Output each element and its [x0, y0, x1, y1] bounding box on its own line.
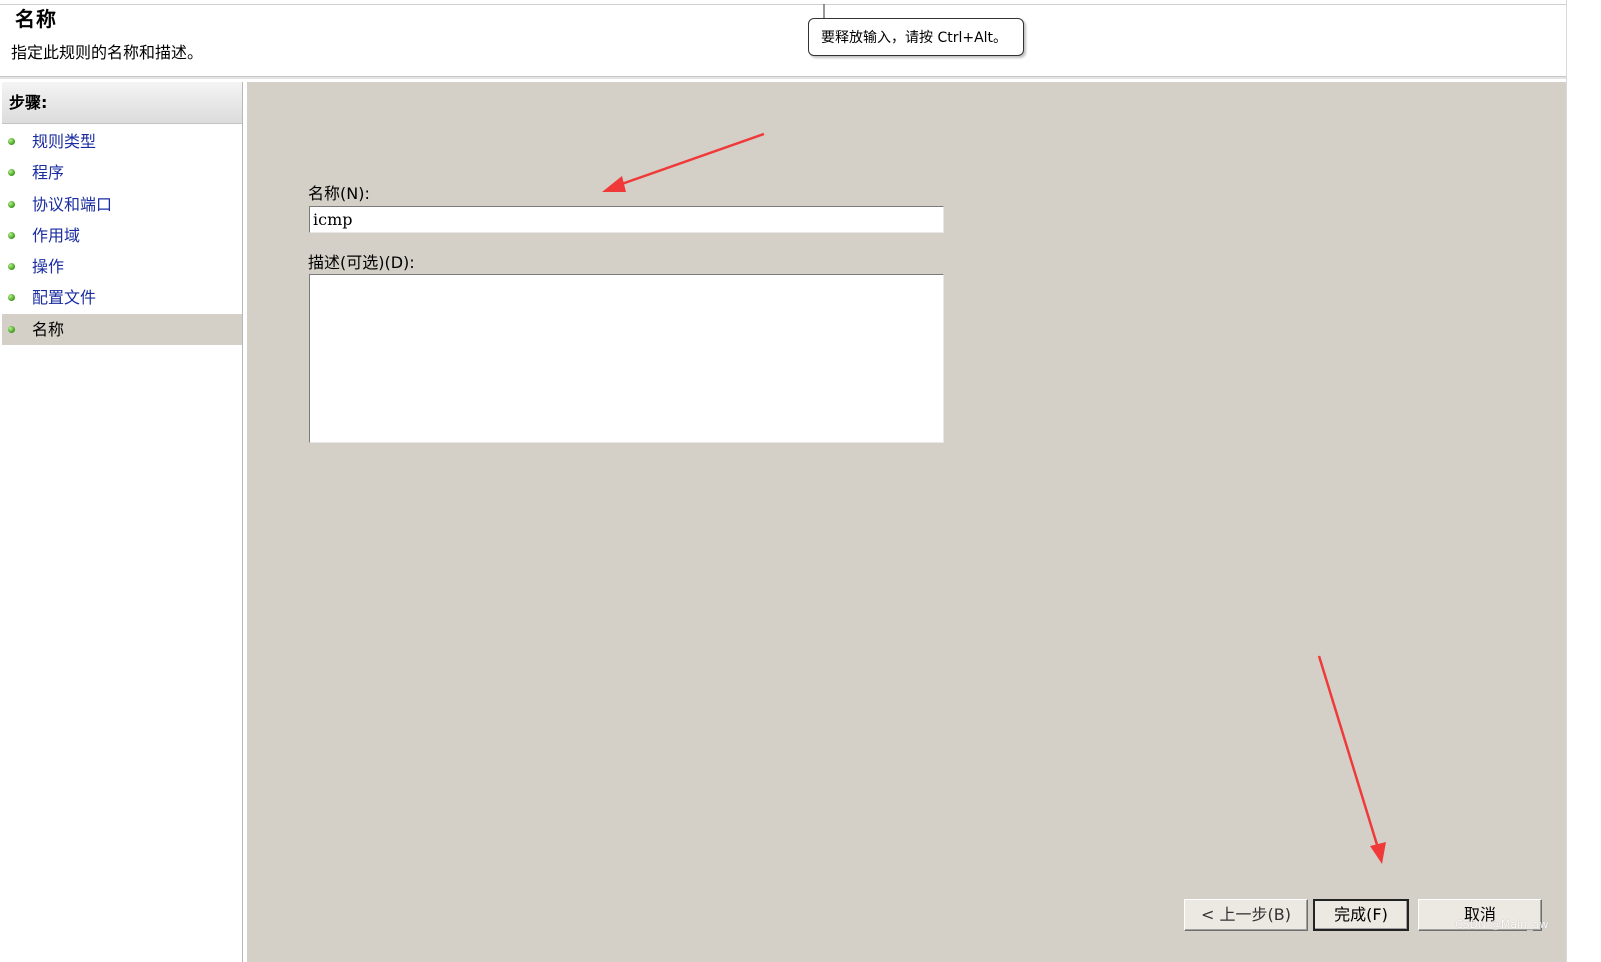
- window-edge: [1566, 0, 1601, 962]
- wizard-content: 名称(N): icmp 描述(可选)(D): < 上一步(B) 完成(F) 取消: [247, 82, 1566, 962]
- watermark: CSDN @Main_aw: [1455, 918, 1549, 931]
- wizard-header: 名称 指定此规则的名称和描述。: [0, 0, 1601, 79]
- name-input[interactable]: icmp: [309, 206, 944, 233]
- step-name[interactable]: 名称: [2, 313, 242, 346]
- step-label: 名称: [32, 319, 65, 339]
- step-current-icon: [8, 325, 15, 333]
- back-button[interactable]: < 上一步(B): [1184, 899, 1308, 931]
- step-rule-type[interactable]: 规则类型: [2, 126, 242, 157]
- step-label: 作用域: [32, 225, 81, 245]
- step-profile[interactable]: 配置文件: [2, 282, 242, 313]
- step-scope[interactable]: 作用域: [2, 220, 242, 251]
- top-divider: [0, 4, 1568, 5]
- step-label: 规则类型: [32, 132, 97, 151]
- step-protocol-ports[interactable]: 协议和端口: [2, 189, 242, 220]
- step-label: 配置文件: [32, 288, 97, 308]
- steps-heading: 步骤:: [2, 82, 242, 124]
- step-label: 程序: [32, 163, 65, 183]
- description-textarea[interactable]: [309, 274, 944, 443]
- description-label: 描述(可选)(D):: [308, 253, 415, 272]
- step-complete-icon: [8, 138, 15, 145]
- step-label: 操作: [32, 257, 65, 277]
- step-list: 规则类型 程序 协议和端口 作用域 操作 配置文件 名称: [2, 126, 242, 346]
- step-complete-icon: [8, 231, 15, 239]
- step-action[interactable]: 操作: [2, 251, 242, 282]
- step-complete-icon: [8, 263, 15, 271]
- step-complete-icon: [8, 200, 15, 208]
- steps-sidebar: 步骤: 规则类型 程序 协议和端口 作用域 操作 配置文件 名称: [2, 82, 243, 962]
- step-complete-icon: [8, 169, 15, 177]
- name-label: 名称(N):: [308, 184, 370, 203]
- header-divider: [0, 76, 1568, 79]
- step-complete-icon: [8, 294, 15, 302]
- step-label: 协议和端口: [32, 194, 113, 214]
- finish-button[interactable]: 完成(F): [1313, 899, 1409, 931]
- page-subtitle: 指定此规则的名称和描述。: [11, 43, 204, 62]
- release-input-tooltip: 要释放输入，请按 Ctrl+Alt。: [808, 18, 1024, 56]
- page-title: 名称: [15, 7, 57, 31]
- step-program[interactable]: 程序: [2, 157, 242, 188]
